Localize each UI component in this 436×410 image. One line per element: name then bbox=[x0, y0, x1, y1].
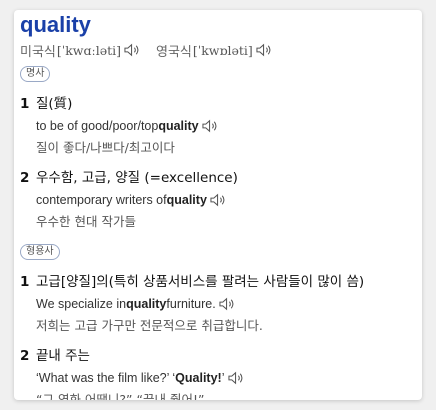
example-keyword: quality bbox=[158, 119, 199, 133]
pronunciation-label: 영국식 bbox=[155, 44, 192, 60]
example-translation: 우수한 현대 작가들 bbox=[36, 214, 136, 229]
example-sentence: We specialize in quality furniture. bbox=[36, 296, 416, 312]
sense-number: 1 bbox=[20, 96, 30, 112]
pronunciation-label: 미국식 bbox=[20, 44, 56, 60]
example-keyword: quality bbox=[166, 193, 207, 207]
pronunciation-ipa: [ˈkwɑːləti] bbox=[56, 42, 121, 58]
pronunciation-uk: 영국식 [ˈkwɒləti] bbox=[156, 41, 274, 60]
speaker-icon[interactable] bbox=[256, 42, 274, 58]
example-translation: 저희는 고급 가구만 전문적으로 취급합니다. bbox=[36, 318, 263, 333]
dictionary-card: quality 미국식 [ˈkwɑːləti] 영국식 [ˈkwɒləti] 명… bbox=[14, 10, 422, 400]
speaker-icon[interactable] bbox=[202, 118, 220, 134]
speaker-icon[interactable] bbox=[219, 296, 237, 312]
sense-number: 1 bbox=[20, 274, 30, 290]
pronunciation-ipa: [ˈkwɒləti] bbox=[192, 42, 253, 58]
sense-number: 2 bbox=[20, 170, 30, 186]
example-keyword: Quality! bbox=[175, 371, 222, 385]
speaker-icon[interactable] bbox=[228, 370, 246, 386]
pronunciation-row: 미국식 [ˈkwɑːləti] 영국식 [ˈkwɒləti] bbox=[20, 40, 416, 60]
example-translation: 질이 좋다/나쁘다/최고이다 bbox=[36, 140, 175, 155]
example-sentence: contemporary writers of quality bbox=[36, 192, 416, 208]
example-keyword: quality bbox=[126, 297, 167, 311]
example-sentence: to be of good/poor/top quality bbox=[36, 118, 416, 134]
sense-item: 2 우수함, 고급, 양질 (=excellence) contemporary… bbox=[20, 166, 416, 230]
pronunciation-us: 미국식 [ˈkwɑːləti] bbox=[20, 41, 142, 60]
pos-badge: 형용사 bbox=[20, 244, 60, 260]
headword: quality bbox=[20, 12, 91, 37]
pos-section-noun: 명사 1 질(質) to be of good/poor/top quality… bbox=[20, 60, 416, 230]
sense-definition: 끝내 주는 bbox=[36, 348, 90, 364]
sense-definition: 우수함, 고급, 양질 (=excellence) bbox=[36, 170, 238, 186]
pos-section-adjective: 형용사 1 고급[양질]의(특히 상품서비스를 팔려는 사람들이 많이 씀) W… bbox=[20, 238, 416, 400]
sense-item: 1 질(質) to be of good/poor/top quality 질이… bbox=[20, 92, 416, 156]
speaker-icon[interactable] bbox=[210, 192, 228, 208]
pos-badge: 명사 bbox=[20, 66, 51, 82]
speaker-icon[interactable] bbox=[124, 42, 142, 58]
sense-definition: 질(質) bbox=[36, 96, 73, 112]
example-translation: “그 영화 어땠니?” “끝내 줬어!” bbox=[36, 392, 205, 400]
sense-item: 1 고급[양질]의(특히 상품서비스를 팔려는 사람들이 많이 씀) We sp… bbox=[20, 270, 416, 334]
example-sentence: ‘What was the film like?’ ‘Quality!’ bbox=[36, 370, 416, 386]
sense-definition: 고급[양질]의(특히 상품서비스를 팔려는 사람들이 많이 씀) bbox=[36, 274, 365, 290]
sense-item: 2 끝내 주는 ‘What was the film like?’ ‘Quali… bbox=[20, 344, 416, 400]
sense-number: 2 bbox=[20, 348, 30, 364]
